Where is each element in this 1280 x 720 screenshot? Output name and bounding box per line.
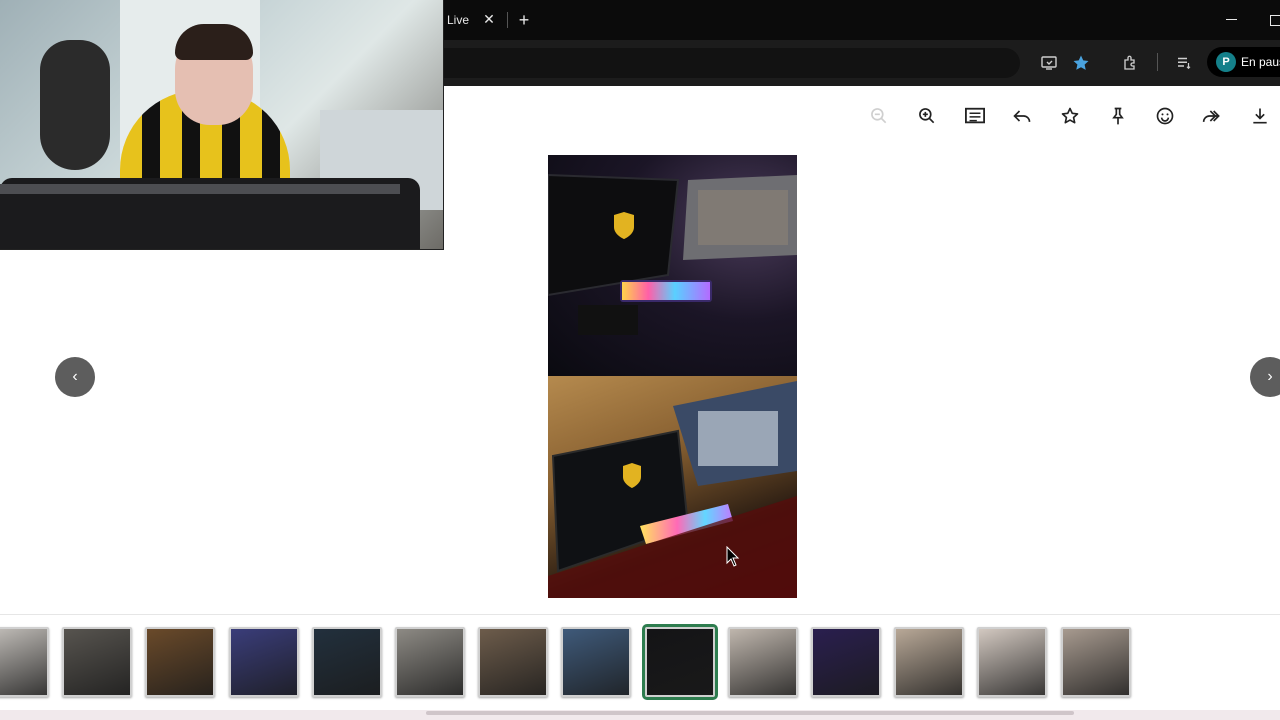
minimize-icon[interactable] — [1222, 10, 1242, 30]
thumbnail-image — [231, 629, 297, 695]
thumbnail[interactable] — [1061, 627, 1131, 697]
next-image-button[interactable]: › — [1250, 357, 1280, 397]
new-tab-button[interactable]: + — [513, 9, 535, 31]
zoom-in-icon[interactable] — [915, 104, 939, 128]
screen: Live ✕ + P En pausa — [0, 0, 1280, 720]
thumbnail[interactable] — [977, 627, 1047, 697]
maximize-icon[interactable] — [1266, 10, 1280, 30]
webcam-overlay — [0, 0, 444, 250]
thumbnail[interactable] — [561, 627, 631, 697]
thumbnail-strip-divider — [0, 614, 1280, 615]
photo-bottom-panel — [548, 376, 797, 598]
tab-close-icon[interactable]: ✕ — [480, 10, 498, 28]
thumbnail-image — [397, 629, 463, 695]
zoom-out-icon[interactable] — [867, 104, 891, 128]
toolbar-separator — [1157, 53, 1158, 71]
thumbnail-image — [896, 629, 962, 695]
thumbnail-image — [64, 629, 130, 695]
tab-separator — [507, 12, 508, 28]
extensions-icon[interactable] — [1120, 52, 1142, 74]
thumbnail-image — [314, 629, 380, 695]
bookmark-star-icon[interactable] — [1070, 52, 1092, 74]
photo-top-panel — [548, 155, 797, 376]
thumbnail-image — [730, 629, 796, 695]
thumbnail[interactable] — [312, 627, 382, 697]
mouse-cursor-icon — [726, 546, 740, 567]
thumbnail-image — [647, 629, 713, 695]
thumbnail-image — [979, 629, 1045, 695]
thumbnail-image — [147, 629, 213, 695]
thumbnail-image — [813, 629, 879, 695]
caption-icon[interactable] — [963, 104, 987, 128]
star-icon[interactable] — [1058, 104, 1082, 128]
thumbnail[interactable] — [395, 627, 465, 697]
pin-icon[interactable] — [1106, 104, 1130, 128]
webcam-guitar — [40, 40, 110, 170]
forward-icon[interactable] — [1200, 104, 1224, 128]
reading-list-icon[interactable] — [1173, 52, 1195, 74]
thumbnail[interactable] — [728, 627, 798, 697]
thumbnail[interactable] — [642, 624, 718, 700]
thumbnail-image — [0, 629, 47, 695]
main-image — [548, 155, 797, 598]
thumbnail[interactable] — [145, 627, 215, 697]
thumbnail[interactable] — [62, 627, 132, 697]
thumbnail[interactable] — [478, 627, 548, 697]
cast-icon[interactable] — [1038, 52, 1060, 74]
webcam-person-hair — [175, 24, 253, 60]
emoji-icon[interactable] — [1153, 104, 1177, 128]
thumbnail[interactable] — [894, 627, 964, 697]
thumbnail-image — [480, 629, 546, 695]
reply-icon[interactable] — [1010, 104, 1034, 128]
avatar: P — [1216, 52, 1236, 72]
tab-title[interactable]: Live — [447, 13, 469, 27]
profile-button[interactable]: P En pausa — [1207, 47, 1280, 77]
webcam-monitor-edge — [0, 184, 400, 194]
thumbnail[interactable] — [811, 627, 881, 697]
profile-label: En pausa — [1241, 55, 1280, 69]
thumbnail-image — [563, 629, 629, 695]
thumbnail[interactable] — [229, 627, 299, 697]
scrollbar-thumb[interactable] — [426, 711, 1074, 715]
download-icon[interactable] — [1248, 104, 1272, 128]
thumbnail-image — [1063, 629, 1129, 695]
thumbnail[interactable] — [0, 627, 49, 697]
previous-image-button[interactable]: ‹ — [55, 357, 95, 397]
